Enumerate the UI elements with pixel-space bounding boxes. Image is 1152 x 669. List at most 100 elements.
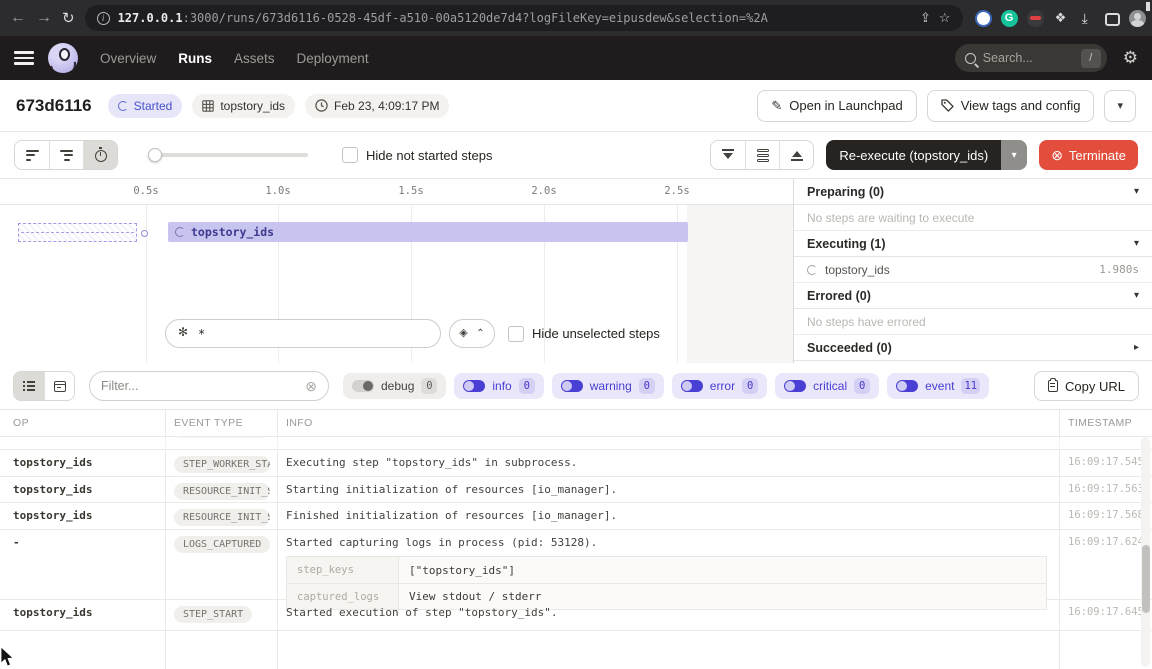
clear-filter-icon[interactable]: ⊗: [305, 378, 317, 395]
password-extension-icon[interactable]: [975, 10, 992, 27]
toggle-error[interactable]: error 0: [672, 373, 767, 399]
stopwatch-icon: [95, 150, 107, 162]
col-op: OP: [0, 410, 165, 436]
log-row[interactable]: topstory_ids STEP_WORKER_STARTED Executi…: [0, 450, 1152, 477]
copy-url-button[interactable]: Copy URL: [1034, 371, 1139, 401]
nav-item-runs[interactable]: Runs: [178, 51, 212, 66]
clock-icon: [315, 99, 328, 112]
log-row[interactable]: topstory_ids STEP_START Started executio…: [0, 600, 1152, 631]
pencil-icon: ✎: [771, 98, 782, 114]
run-actions-dropdown-button[interactable]: ▾: [1104, 90, 1136, 122]
event-type-chip: STEP_WORKER_STARTI…: [174, 437, 270, 438]
warning-count-badge: 0: [639, 378, 655, 394]
event-type-chip: STEP_WORKER_STARTED: [174, 456, 270, 473]
toggle-event[interactable]: event 11: [887, 373, 989, 399]
global-search[interactable]: Search... /: [955, 44, 1107, 72]
layers-zoom-button[interactable]: ⌃: [449, 319, 495, 348]
section-executing[interactable]: Executing (1) ▾: [794, 231, 1152, 257]
flat-list-icon: [26, 150, 39, 161]
log-structured-view-button[interactable]: [44, 372, 74, 400]
profile-avatar[interactable]: [1129, 10, 1146, 27]
step-selection-input[interactable]: [198, 327, 428, 341]
side-panel-icon[interactable]: [1105, 13, 1120, 26]
status-spinner-icon: [118, 101, 128, 111]
log-scrollbar-track[interactable]: [1141, 437, 1150, 667]
expand-all-button[interactable]: [779, 141, 813, 169]
graph-icon: [178, 328, 190, 340]
browser-forward-icon[interactable]: →: [36, 9, 52, 27]
warning-switch: [561, 380, 583, 392]
log-filter-input-wrap: ⊗: [89, 371, 329, 401]
dagster-logo[interactable]: [48, 43, 78, 73]
bookmark-star-icon[interactable]: ☆: [939, 10, 951, 26]
section-preparing[interactable]: Preparing (0) ▾: [794, 179, 1152, 205]
error-count-badge: 0: [742, 378, 758, 394]
nav-item-deployment[interactable]: Deployment: [297, 51, 369, 66]
site-info-icon[interactable]: i: [97, 12, 110, 25]
errored-empty-text: No steps have errored: [794, 309, 1152, 335]
hide-not-started-checkbox[interactable]: [342, 147, 358, 163]
reexecute-dropdown-caret[interactable]: ▾: [1001, 140, 1027, 170]
toggle-info[interactable]: info 0: [454, 373, 543, 399]
downloads-icon[interactable]: [1079, 10, 1096, 27]
log-view-mode-group: [13, 371, 75, 401]
log-row[interactable]: topstory_ids RESOURCE_INIT_STAR… Startin…: [0, 477, 1152, 503]
log-filter-input[interactable]: [101, 379, 297, 393]
event-type-chip: RESOURCE_INIT_STAR…: [174, 483, 270, 500]
log-row-partial[interactable]: topstory_ids STEP_WORKER_STARTI… Launchi…: [0, 437, 1152, 450]
info-count-badge: 0: [519, 378, 535, 394]
hide-unselected-checkbox-row[interactable]: Hide unselected steps: [508, 319, 660, 348]
hide-unselected-label: Hide unselected steps: [532, 326, 660, 341]
tag-icon: [941, 99, 954, 112]
caret-down-icon: ▾: [1134, 290, 1139, 301]
nav-item-assets[interactable]: Assets: [234, 51, 275, 66]
browser-reload-icon[interactable]: ↻: [62, 9, 75, 27]
debug-switch: [352, 380, 374, 392]
gantt-step-bar[interactable]: topstory_ids: [168, 222, 688, 242]
view-tags-config-button[interactable]: View tags and config: [927, 90, 1095, 122]
zoom-slider-knob[interactable]: [148, 148, 162, 162]
browser-back-icon[interactable]: ←: [10, 9, 26, 27]
log-table: OP EVENT TYPE INFO TIMESTAMP topstory_id…: [0, 410, 1152, 669]
app-nav: Overview Runs Assets Deployment Search..…: [0, 36, 1152, 80]
executing-step-row[interactable]: topstory_ids 1.980s: [794, 257, 1152, 283]
address-bar[interactable]: i 127.0.0.1:3000/runs/673d6116-0528-45df…: [85, 5, 963, 31]
toggle-critical[interactable]: critical 0: [775, 373, 879, 399]
browser-toolbar: ← → ↻ i 127.0.0.1:3000/runs/673d6116-052…: [0, 0, 1152, 36]
nav-item-overview[interactable]: Overview: [100, 51, 156, 66]
log-list-view-button[interactable]: [14, 372, 44, 400]
collapse-all-button[interactable]: [711, 141, 745, 169]
log-row-logs-captured[interactable]: - LOGS_CAPTURED Started capturing logs i…: [0, 530, 1152, 600]
hamburger-menu-icon[interactable]: [14, 51, 34, 65]
hide-not-started-checkbox-row[interactable]: Hide not started steps: [342, 147, 492, 163]
extensions-puzzle-icon[interactable]: [1053, 10, 1070, 27]
job-name-tag[interactable]: topstory_ids: [192, 94, 295, 118]
terminate-button[interactable]: ⊗ Terminate: [1039, 140, 1138, 170]
share-icon[interactable]: ⇪: [920, 10, 931, 26]
view-waterfall-button[interactable]: [49, 141, 83, 169]
extension-icon[interactable]: [1027, 10, 1044, 27]
row-view-button[interactable]: [745, 141, 779, 169]
toggle-debug[interactable]: debug 0: [343, 373, 446, 399]
info-switch: [463, 380, 485, 392]
log-table-empty-space: [0, 631, 1152, 669]
step-panel-view-group: [710, 140, 814, 170]
hide-unselected-checkbox[interactable]: [508, 326, 524, 342]
event-type-chip: RESOURCE_INIT_SUCC…: [174, 509, 270, 526]
log-table-header: OP EVENT TYPE INFO TIMESTAMP: [0, 410, 1152, 437]
step-selection-input-wrap: [165, 319, 441, 348]
view-timed-button[interactable]: [83, 141, 117, 169]
reexecute-button[interactable]: Re-execute (topstory_ids): [826, 140, 1001, 170]
zoom-slider[interactable]: [148, 153, 308, 157]
grammarly-extension-icon[interactable]: G: [1001, 10, 1018, 27]
log-row[interactable]: topstory_ids RESOURCE_INIT_SUCC… Finishe…: [0, 503, 1152, 530]
toggle-warning[interactable]: warning 0: [552, 373, 664, 399]
log-scrollbar-thumb[interactable]: [1142, 545, 1150, 613]
view-flat-button[interactable]: [15, 141, 49, 169]
settings-gear-icon[interactable]: ⚙: [1123, 48, 1138, 68]
section-succeeded[interactable]: Succeeded (0) ▸: [794, 335, 1152, 361]
gantt-chart: 0.5s 1.0s 1.5s 2.0s 2.5s topstory_ids ⌃: [0, 179, 794, 363]
open-in-launchpad-button[interactable]: ✎ Open in Launchpad: [757, 90, 916, 122]
job-grid-icon: [202, 100, 214, 112]
section-errored[interactable]: Errored (0) ▾: [794, 283, 1152, 309]
